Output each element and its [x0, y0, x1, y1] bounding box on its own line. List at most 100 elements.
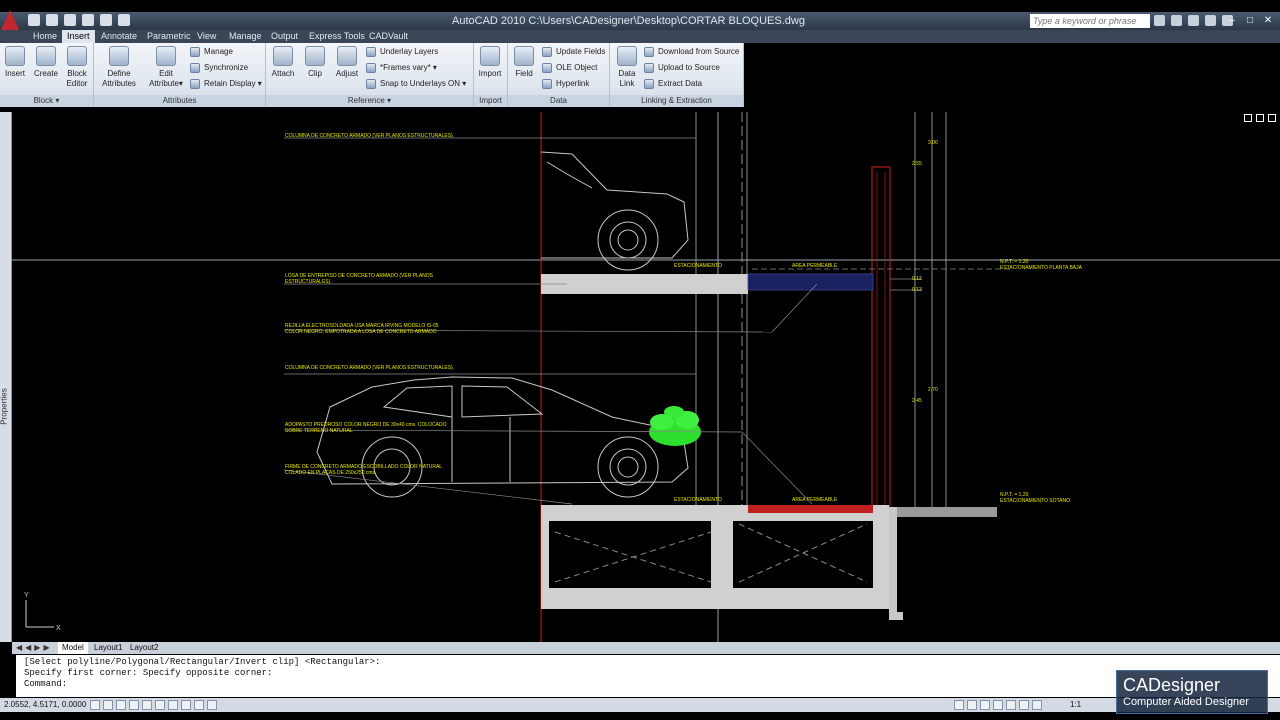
hyperlink-icon: [542, 78, 552, 89]
panel-title-block[interactable]: Block ▾: [0, 95, 93, 107]
red-column: [871, 166, 891, 508]
download-from-source-button[interactable]: Download from Source: [644, 46, 739, 58]
edit-attribute-icon: [156, 46, 176, 66]
model-space-icon[interactable]: [954, 700, 964, 710]
panel-title-reference[interactable]: Reference ▾: [266, 95, 473, 107]
viewport-minimize-icon[interactable]: [1244, 114, 1252, 122]
maximize-button[interactable]: □: [1242, 14, 1258, 27]
object-snap-tracking-icon[interactable]: [155, 700, 165, 710]
quick-view-layouts-icon[interactable]: [967, 700, 977, 710]
lineweight-icon[interactable]: [194, 700, 204, 710]
dynamic-input-icon[interactable]: [181, 700, 191, 710]
hyperlink-button[interactable]: Hyperlink: [542, 78, 589, 90]
attach-button[interactable]: Attach: [268, 46, 298, 79]
viewport-close-icon[interactable]: [1268, 114, 1276, 122]
open-file-icon[interactable]: [46, 14, 58, 26]
close-button[interactable]: ✕: [1260, 14, 1276, 27]
command-prompt[interactable]: Command:: [24, 679, 1272, 690]
pan-icon[interactable]: [993, 700, 1003, 710]
autocad-logo-icon[interactable]: [0, 10, 20, 32]
note-rejilla-2: COLOR NEGRO, EMPOTRADA A LOSA DE CONCRET…: [285, 329, 437, 335]
ole-object-button[interactable]: OLE Object: [542, 62, 597, 74]
snap-mode-icon[interactable]: [90, 700, 100, 710]
tab-insert[interactable]: Insert: [62, 30, 95, 43]
redo-icon[interactable]: [100, 14, 112, 26]
subscription-icon[interactable]: [1188, 15, 1199, 26]
binoculars-icon[interactable]: [1154, 15, 1165, 26]
snap-underlays-dropdown[interactable]: Snap to Underlays ON ▾: [366, 78, 466, 90]
tab-parametric[interactable]: Parametric: [142, 30, 196, 43]
annotation-scale[interactable]: 1:1: [1070, 700, 1081, 709]
tab-home[interactable]: Home: [28, 30, 62, 43]
label-area-permeable-lower: AREA PERMEABLE: [792, 497, 838, 503]
zoom-icon[interactable]: [1006, 700, 1016, 710]
create-block-button[interactable]: Create: [31, 46, 61, 79]
ole-object-icon: [542, 62, 552, 73]
command-line[interactable]: [Select polyline/Polygonal/Rectangular/I…: [16, 655, 1280, 697]
define-attributes-button[interactable]: Define Attributes: [100, 46, 138, 89]
status-bar: 2.0552, 4.5171, 0.0000 1:1: [0, 698, 1280, 712]
import-button[interactable]: Import: [475, 46, 505, 79]
polar-tracking-icon[interactable]: [129, 700, 139, 710]
communication-center-icon[interactable]: [1171, 15, 1182, 26]
note-adopasto-2: SOBRE TERRENO NATURAL: [285, 428, 353, 434]
steering-wheel-icon[interactable]: [1019, 700, 1029, 710]
search-input[interactable]: Type a keyword or phrase: [1030, 14, 1150, 28]
note-firme-2: COLADO EN PLACAS DE 250x250 cms.: [285, 470, 376, 476]
lower-car: [316, 376, 689, 498]
tab-manage[interactable]: Manage: [224, 30, 267, 43]
ribbon: Insert Create Block Editor Block ▾ Define…: [0, 43, 744, 107]
properties-palette-strip[interactable]: Properties: [0, 112, 12, 642]
quick-properties-icon[interactable]: [207, 700, 217, 710]
data-link-button[interactable]: Data Link: [612, 46, 642, 89]
extract-data-button[interactable]: Extract Data: [644, 78, 702, 90]
label-area-permeable-upper: AREA PERMEABLE: [792, 263, 838, 269]
retain-display-button[interactable]: Retain Display ▾: [190, 78, 262, 90]
favorites-icon[interactable]: [1205, 15, 1216, 26]
field-button[interactable]: Field: [509, 46, 539, 79]
synchronize-button[interactable]: Synchronize: [190, 62, 248, 74]
clip-button[interactable]: Clip: [300, 46, 330, 79]
tab-layout2[interactable]: Layout2: [126, 642, 162, 654]
upper-grating: [747, 273, 874, 291]
new-file-icon[interactable]: [28, 14, 40, 26]
block-editor-button[interactable]: Block Editor: [62, 46, 92, 89]
panel-block: Insert Create Block Editor Block ▾: [0, 43, 94, 107]
drawing-canvas[interactable]: COLUMNA DE CONCRETO ARMADO (VER PLANOS E…: [12, 112, 1280, 642]
showmotion-icon[interactable]: [1032, 700, 1042, 710]
coordinate-readout[interactable]: 2.0552, 4.5171, 0.0000: [4, 700, 86, 709]
panel-title-attributes: Attributes: [94, 95, 265, 107]
quick-view-drawings-icon[interactable]: [980, 700, 990, 710]
adjust-button[interactable]: Adjust: [332, 46, 362, 79]
upload-to-source-button[interactable]: Upload to Source: [644, 62, 720, 74]
layout-nav-arrows[interactable]: ◀◀▶▶: [16, 642, 53, 654]
tab-express-tools[interactable]: Express Tools: [304, 30, 370, 43]
ribbon-tabs: Home Insert Annotate Parametric View Man…: [0, 30, 1280, 43]
drawing-svg: COLUMNA DE CONCRETO ARMADO (VER PLANOS E…: [12, 112, 1280, 642]
upload-icon: [644, 62, 654, 73]
object-snap-icon[interactable]: [142, 700, 152, 710]
underlay-layers-button[interactable]: Underlay Layers: [366, 46, 438, 58]
tab-annotate[interactable]: Annotate: [96, 30, 142, 43]
watermark-title: CADesigner: [1123, 675, 1221, 695]
data-link-icon: [617, 46, 637, 66]
minimize-button[interactable]: –: [1224, 14, 1240, 27]
frames-vary-dropdown[interactable]: *Frames vary* ▾: [366, 62, 437, 74]
ortho-mode-icon[interactable]: [116, 700, 126, 710]
edit-attribute-button[interactable]: Edit Attribute▾: [146, 46, 186, 89]
tab-view[interactable]: View: [192, 30, 221, 43]
save-icon[interactable]: [64, 14, 76, 26]
tab-model[interactable]: Model: [58, 642, 88, 654]
manage-attributes-button[interactable]: Manage: [190, 46, 233, 58]
navigation-toggles: [954, 700, 1042, 710]
tab-layout1[interactable]: Layout1: [90, 642, 126, 654]
plot-icon[interactable]: [118, 14, 130, 26]
viewport-restore-icon[interactable]: [1256, 114, 1264, 122]
tab-cadvault[interactable]: CADVault: [364, 30, 413, 43]
grid-display-icon[interactable]: [103, 700, 113, 710]
tab-output[interactable]: Output: [266, 30, 303, 43]
dynamic-ucs-icon[interactable]: [168, 700, 178, 710]
update-fields-button[interactable]: Update Fields: [542, 46, 605, 58]
undo-icon[interactable]: [82, 14, 94, 26]
insert-block-button[interactable]: Insert: [0, 46, 30, 79]
